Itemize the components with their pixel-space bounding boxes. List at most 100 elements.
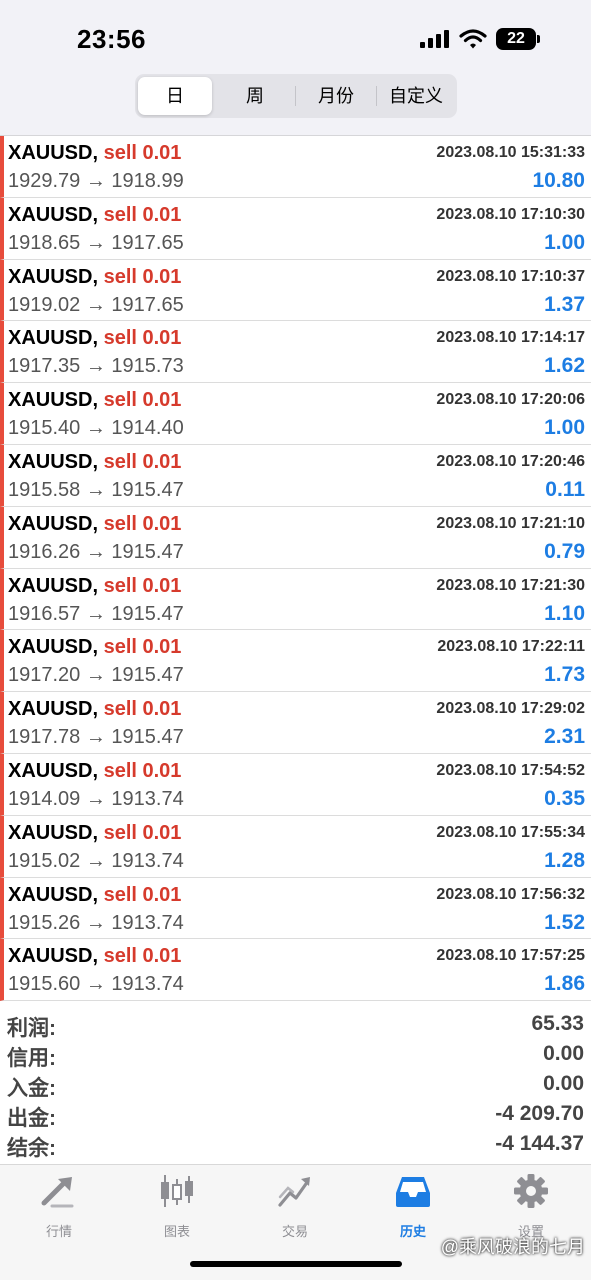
trade-profit: 0.35 <box>544 786 585 810</box>
trade-time: 2023.08.10 17:55:34 <box>436 823 585 841</box>
tab-chart-label: 图表 <box>163 1224 190 1239</box>
trade-time: 2023.08.10 17:56:32 <box>436 885 585 903</box>
trade-time: 2023.08.10 17:10:37 <box>436 267 585 285</box>
trade-side: sell 0.01 <box>103 512 182 535</box>
status-time: 23:56 <box>77 24 146 54</box>
trade-row[interactable]: XAUUSD, sell 0.01 2023.08.10 17:55:34 1915… <box>0 815 591 878</box>
trade-prices: 1917.35 → 1915.73 <box>8 355 184 378</box>
gear-icon <box>514 1174 548 1208</box>
summary-label: 利润: <box>7 1017 56 1040</box>
cellular-signal-icon <box>420 30 449 48</box>
trade-prices: 1929.79 → 1918.99 <box>8 170 184 192</box>
summary-label: 信用: <box>7 1047 56 1070</box>
segment-week[interactable]: 周 <box>216 77 294 115</box>
trade-side: sell 0.01 <box>103 203 182 226</box>
trade-symbol: XAUUSD, sell 0.01 <box>8 389 181 412</box>
symbol-name: XAUUSD, <box>8 883 99 906</box>
trade-row[interactable]: XAUUSD, sell 0.01 2023.08.10 17:21:10 1916… <box>0 506 591 569</box>
symbol-name: XAUUSD, <box>8 759 99 782</box>
summary-row: 入金: 0.00 <box>0 1070 591 1100</box>
trade-profit: 10.80 <box>532 169 585 192</box>
trade-side: sell 0.01 <box>103 574 182 597</box>
segment-day[interactable]: 日 <box>138 77 212 115</box>
symbol-name: XAUUSD, <box>8 698 99 721</box>
segment-month[interactable]: 月份 <box>296 77 376 115</box>
trade-prices: 1915.60 → 1913.74 <box>8 973 184 996</box>
trade-row[interactable]: XAUUSD, sell 0.01 2023.08.10 17:20:46 1915… <box>0 444 591 507</box>
trade-row[interactable]: XAUUSD, sell 0.01 2023.08.10 17:54:52 1914… <box>0 753 591 816</box>
trade-profit: 1.28 <box>544 848 585 872</box>
trade-side: sell 0.01 <box>103 759 182 782</box>
trade-row[interactable]: XAUUSD, sell 0.01 2023.08.10 17:57:25 1915… <box>0 939 591 1002</box>
trade-row[interactable]: XAUUSD, sell 0.01 2023.08.10 17:22:11 1917… <box>0 630 591 693</box>
trade-side: sell 0.01 <box>103 265 182 288</box>
trade-row[interactable]: XAUUSD, sell 0.01 2023.08.10 15:31:33 1929… <box>0 136 591 198</box>
summary-value: -4 209.70 <box>495 1102 584 1125</box>
symbol-name: XAUUSD, <box>8 512 99 535</box>
trade-row[interactable]: XAUUSD, sell 0.01 2023.08.10 17:14:17 1917… <box>0 321 591 384</box>
symbol-name: XAUUSD, <box>8 821 99 844</box>
trade-row[interactable]: XAUUSD, sell 0.01 2023.08.10 17:29:02 1917… <box>0 692 591 754</box>
tab-quotes[interactable]: 行情 <box>9 1173 109 1243</box>
trade-profit: 1.52 <box>544 910 585 934</box>
trade-time: 2023.08.10 17:21:10 <box>436 514 585 532</box>
trade-time: 2023.08.10 17:29:02 <box>436 700 585 718</box>
trade-profit: 1.62 <box>544 354 585 378</box>
trade-prices: 1918.65 → 1917.65 <box>8 231 184 254</box>
trade-row[interactable]: XAUUSD, sell 0.01 2023.08.10 17:56:32 1915… <box>0 877 591 940</box>
trade-trend-icon <box>278 1177 310 1207</box>
trade-symbol: XAUUSD, sell 0.01 <box>8 636 181 659</box>
account-summary: 利润: 65.33 信用: 0.00 入金: 0.00 出金: -4 209.70 结余: -4 … <box>0 1010 591 1160</box>
summary-value: 0.00 <box>543 1072 584 1095</box>
symbol-name: XAUUSD, <box>8 450 99 473</box>
tab-trade[interactable]: 交易 <box>245 1173 345 1243</box>
trade-time: 2023.08.10 15:31:33 <box>436 144 585 161</box>
battery-level: 22 <box>496 28 536 50</box>
trade-time: 2023.08.10 17:14:17 <box>436 329 585 347</box>
trade-symbol: XAUUSD, sell 0.01 <box>8 204 181 227</box>
trade-row[interactable]: XAUUSD, sell 0.01 2023.08.10 17:10:37 1919… <box>0 259 591 322</box>
trade-side: sell 0.01 <box>103 327 182 350</box>
trade-time: 2023.08.10 17:57:25 <box>436 947 585 965</box>
home-indicator[interactable] <box>190 1261 402 1267</box>
trade-symbol: XAUUSD, sell 0.01 <box>8 822 181 845</box>
trade-profit: 1.73 <box>544 663 585 687</box>
symbol-name: XAUUSD, <box>8 574 99 597</box>
trade-symbol: XAUUSD, sell 0.01 <box>8 760 181 783</box>
summary-label: 入金: <box>7 1077 56 1100</box>
period-segmented-control: 日 周 月份 自定义 <box>135 74 457 118</box>
trade-profit: 0.79 <box>544 539 585 563</box>
summary-value: 0.00 <box>543 1042 584 1065</box>
summary-row: 出金: -4 209.70 <box>0 1100 591 1130</box>
trade-symbol: XAUUSD, sell 0.01 <box>8 698 181 721</box>
trade-prices: 1916.26 → 1915.47 <box>8 540 184 563</box>
trade-row[interactable]: XAUUSD, sell 0.01 2023.08.10 17:10:30 1918… <box>0 197 591 260</box>
trade-prices: 1917.20 → 1915.47 <box>8 664 184 687</box>
trade-symbol: XAUUSD, sell 0.01 <box>8 884 181 907</box>
trade-prices: 1919.02 → 1917.65 <box>8 293 184 316</box>
trade-side: sell 0.01 <box>103 821 182 844</box>
trade-time: 2023.08.10 17:10:30 <box>436 205 585 223</box>
trade-prices: 1917.78 → 1915.47 <box>8 726 184 749</box>
symbol-name: XAUUSD, <box>8 142 99 164</box>
symbol-name: XAUUSD, <box>8 327 99 350</box>
trade-time: 2023.08.10 17:20:06 <box>436 391 585 409</box>
top-area: 23:56 22 日 周 月份 自定义 <box>0 0 591 136</box>
trade-row[interactable]: XAUUSD, sell 0.01 2023.08.10 17:20:06 1915… <box>0 383 591 445</box>
trade-side: sell 0.01 <box>103 142 182 164</box>
trade-side: sell 0.01 <box>103 883 182 906</box>
tab-chart[interactable]: 图表 <box>127 1173 227 1243</box>
trade-profit: 1.86 <box>544 972 585 996</box>
trade-symbol: XAUUSD, sell 0.01 <box>8 513 181 536</box>
trade-symbol: XAUUSD, sell 0.01 <box>8 451 181 474</box>
trade-time: 2023.08.10 17:54:52 <box>436 761 585 779</box>
trade-profit: 1.37 <box>544 292 585 316</box>
trade-time: 2023.08.10 17:20:46 <box>436 452 585 470</box>
trade-row[interactable]: XAUUSD, sell 0.01 2023.08.10 17:21:30 1916… <box>0 568 591 631</box>
segment-custom[interactable]: 自定义 <box>377 77 455 115</box>
quotes-arrows-icon <box>41 1177 74 1208</box>
trade-prices: 1915.26 → 1913.74 <box>8 911 184 934</box>
trade-profit: 2.31 <box>544 725 585 749</box>
trade-profit: 0.11 <box>545 477 585 501</box>
summary-value: 65.33 <box>531 1012 584 1035</box>
